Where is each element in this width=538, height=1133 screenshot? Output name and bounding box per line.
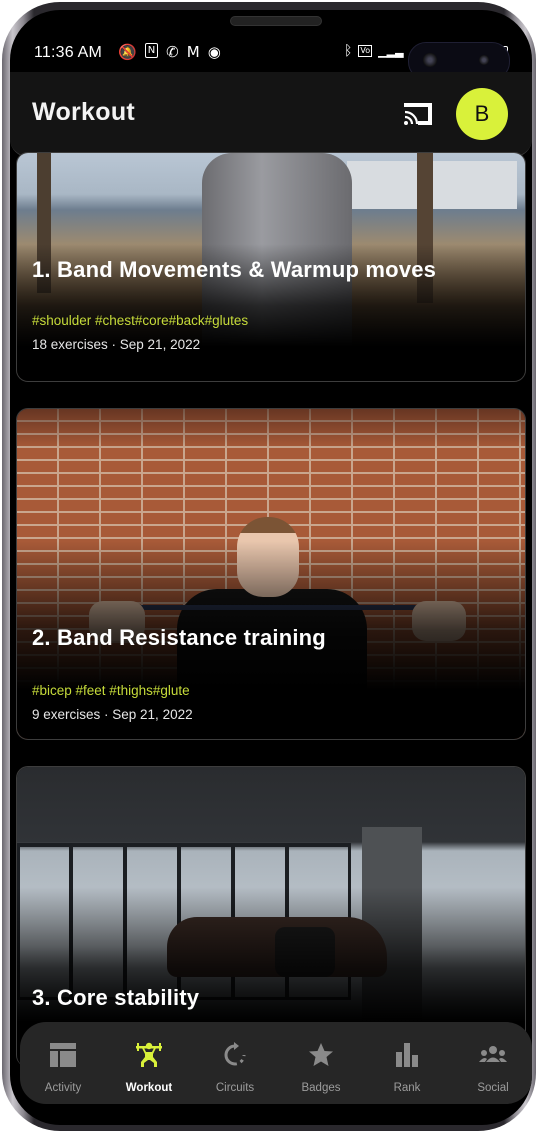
earpiece [230,16,322,26]
bar-chart-icon [396,1043,418,1067]
nav-label: Workout [125,1082,173,1094]
nav-label: Rank [393,1082,421,1094]
nav-label: Circuits [215,1082,255,1094]
bluetooth-icon: ᛒ [344,43,353,59]
cast-icon[interactable] [402,100,434,128]
page-title: Workout [32,98,136,126]
workout-card[interactable]: 2. Band Resistance training #bicep #feet… [16,408,526,740]
workout-card[interactable]: 1. Band Movements & Warmup moves #should… [16,152,526,382]
nav-item-workout[interactable]: Workout [106,1022,192,1104]
signal-icon: ▁▂▃ [378,44,404,58]
status-time: 11:36 AM [34,44,103,61]
nav-item-circuits[interactable]: Circuits [192,1022,278,1104]
nav-item-rank[interactable]: Rank [364,1022,450,1104]
workout-tags: #bicep #feet #thighs#glute [32,683,190,698]
group-icon [479,1046,507,1062]
screen: 11:36 AM 🔕 N ✆ M ◉ ᛒ Vo ▁▂▃ Workout B 1.… [10,10,532,1125]
nav-label: Badges [301,1082,341,1094]
workout-meta: 9 exercises · Sep 21, 2022 [32,707,193,722]
nav-label: Social [477,1082,509,1094]
nfc-icon: N [144,43,159,58]
workout-title: 3. Core stability [32,985,200,1010]
nav-item-activity[interactable]: Activity [20,1022,106,1104]
refresh-circle-icon [224,1042,246,1066]
notification-off-icon: 🔕 [118,43,137,61]
weightlifter-icon [136,1042,162,1067]
nav-item-badges[interactable]: Badges [278,1022,364,1104]
star-icon [309,1043,333,1066]
workout-meta: 18 exercises · Sep 21, 2022 [32,337,201,352]
app-bar: Workout B [10,72,532,157]
nav-label: Activity [44,1082,82,1094]
nav-item-social[interactable]: Social [450,1022,532,1104]
bottom-nav: Activity Workout Circuits Badges Rank So… [20,1022,532,1104]
workout-title: 2. Band Resistance training [32,625,326,650]
dashboard-icon [50,1043,76,1067]
volte-icon: Vo [358,45,373,57]
phone-frame: 11:36 AM 🔕 N ✆ M ◉ ᛒ Vo ▁▂▃ Workout B 1.… [2,2,536,1131]
gmail-icon: M [186,43,200,61]
chrome-icon: ◉ [207,43,221,61]
workout-tags: #shoulder #chest#core#back#glutes [32,313,249,328]
missed-call-icon: ✆ [166,43,179,61]
workout-title: 1. Band Movements & Warmup moves [32,257,437,282]
avatar[interactable]: B [456,88,508,140]
